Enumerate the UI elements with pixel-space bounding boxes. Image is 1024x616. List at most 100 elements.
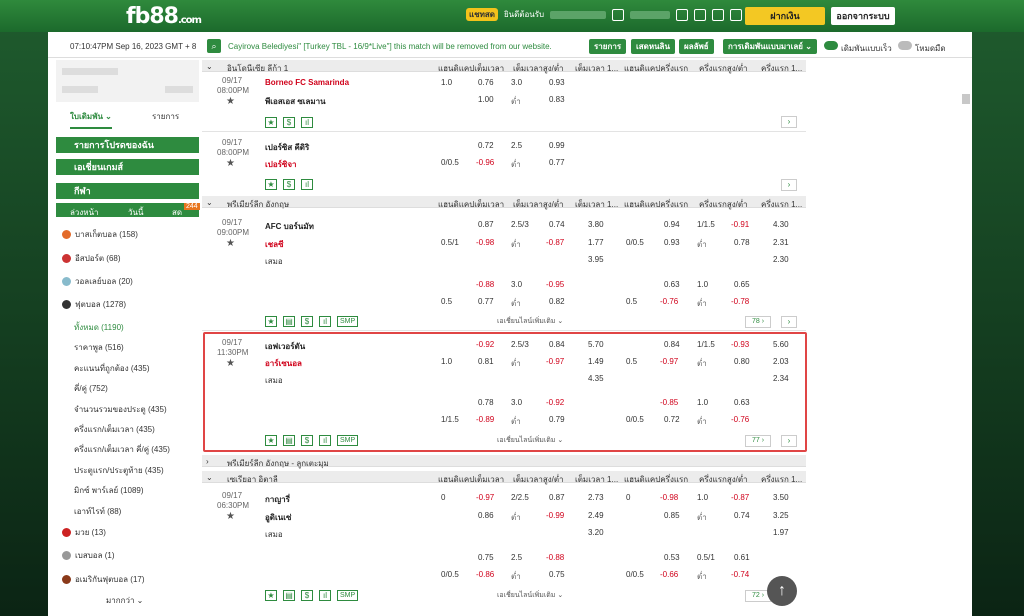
odds[interactable]: -0.95 bbox=[546, 280, 564, 289]
league-header[interactable]: ⌄ เซเรียอา อิตาลี แฮนดิแคปเต็มเวลา เต็มเ… bbox=[202, 471, 806, 484]
odds[interactable]: 3.25 bbox=[773, 511, 789, 520]
odds[interactable]: -0.78 bbox=[731, 297, 749, 306]
sport-baseball[interactable]: เบสบอล (1) bbox=[62, 549, 114, 562]
star-icon[interactable]: ★ bbox=[265, 117, 277, 128]
odds[interactable]: 0.5 bbox=[441, 297, 452, 306]
odds[interactable]: -0.98 bbox=[660, 493, 678, 502]
sport-volleyball[interactable]: วอลเลย์บอล (20) bbox=[62, 275, 133, 288]
dollar-icon[interactable]: $ bbox=[283, 117, 295, 128]
odds[interactable]: 0.86 bbox=[478, 511, 494, 520]
odds[interactable]: 0.77 bbox=[549, 158, 565, 167]
dollar-icon[interactable]: $ bbox=[283, 179, 295, 190]
asian-games-menu[interactable]: เอเชี่ยนเกมส์ bbox=[56, 159, 199, 175]
quick-bet-toggle[interactable] bbox=[824, 41, 838, 50]
odds[interactable]: 0.72 bbox=[478, 141, 494, 150]
odds[interactable]: 2.5/3 bbox=[511, 220, 529, 229]
deposit-button[interactable]: ฝากเงิน bbox=[745, 7, 825, 25]
odds[interactable]: 2.30 bbox=[773, 255, 789, 264]
star-icon[interactable]: ★ bbox=[265, 179, 277, 190]
odds[interactable]: 0/0.5 bbox=[626, 570, 644, 579]
scrollbar-thumb[interactable] bbox=[962, 94, 970, 104]
smp-button[interactable]: SMP bbox=[337, 590, 359, 601]
sport-football[interactable]: ฟุตบอล (1278) bbox=[62, 298, 126, 311]
odds[interactable]: 0.74 bbox=[549, 220, 565, 229]
stats-icon[interactable]: ıl bbox=[301, 117, 313, 128]
favorites-menu[interactable]: รายการโปรดของฉัน bbox=[56, 137, 199, 153]
market-count[interactable]: 78 › bbox=[745, 316, 771, 328]
odds[interactable]: 2/2.5 bbox=[511, 493, 529, 502]
odds[interactable]: 0.77 bbox=[478, 297, 494, 306]
odds[interactable]: 1.97 bbox=[773, 528, 789, 537]
odds[interactable]: 0.93 bbox=[664, 238, 680, 247]
back-to-top-icon[interactable]: ↑ bbox=[767, 576, 797, 606]
sport-icon[interactable] bbox=[676, 8, 689, 21]
odds[interactable]: 1.0 bbox=[441, 78, 452, 87]
stats-icon[interactable]: ıl bbox=[319, 590, 331, 601]
odds[interactable]: 0.76 bbox=[478, 78, 494, 87]
league-header[interactable]: ⌄ อินโดนีเซีย ลีก้า 1 แฮนดิแคปเต็มเวลา เ… bbox=[202, 60, 806, 73]
gift-icon[interactable] bbox=[694, 8, 707, 21]
user-icon[interactable] bbox=[712, 8, 725, 21]
odds[interactable]: 0/0.5 bbox=[626, 238, 644, 247]
odds[interactable]: 3.50 bbox=[773, 493, 789, 502]
more-lines-link[interactable]: เอเชี่ยนไลน์เพิ่มเติม ⌄ bbox=[497, 316, 563, 327]
odds[interactable]: 2.5 bbox=[511, 553, 522, 562]
odds[interactable]: 4.30 bbox=[773, 220, 789, 229]
odds[interactable]: 0 bbox=[441, 493, 445, 502]
football-pool[interactable]: ราคาพูล (516) bbox=[74, 341, 124, 354]
sport-basketball[interactable]: บาสเก็ตบอล (158) bbox=[62, 228, 138, 241]
odds[interactable]: 3.95 bbox=[588, 255, 604, 264]
next-arrow-icon[interactable]: › bbox=[781, 316, 797, 328]
odds[interactable]: 0/0.5 bbox=[441, 158, 459, 167]
odds[interactable]: 3.80 bbox=[588, 220, 604, 229]
sports-menu[interactable]: กีฬา bbox=[56, 183, 199, 199]
odds[interactable]: 0.93 bbox=[549, 78, 565, 87]
odds[interactable]: -0.87 bbox=[731, 493, 749, 502]
odds[interactable]: 1.00 bbox=[478, 95, 494, 104]
more-lines-link[interactable]: เอเชี่ยนไลน์เพิ่มเติม ⌄ bbox=[497, 590, 563, 601]
odds[interactable]: 0.94 bbox=[664, 220, 680, 229]
subtab-today[interactable]: วันนี้ bbox=[128, 206, 143, 219]
chat-button[interactable]: แชทสด bbox=[466, 8, 498, 21]
football-all[interactable]: ทั้งหมด (1190) bbox=[74, 321, 124, 334]
odds[interactable]: 2.73 bbox=[588, 493, 604, 502]
subtab-early[interactable]: ล่วงหน้า bbox=[70, 206, 99, 219]
next-arrow-icon[interactable]: › bbox=[781, 116, 797, 128]
odds[interactable]: -0.66 bbox=[660, 570, 678, 579]
logo[interactable]: fb88.com bbox=[126, 4, 202, 29]
odds[interactable]: 1.0 bbox=[697, 493, 708, 502]
odds[interactable]: -0.74 bbox=[731, 570, 749, 579]
live-button[interactable]: เสดหนลิน bbox=[631, 39, 675, 54]
odds[interactable]: 3.0 bbox=[511, 78, 522, 87]
football-odd-even[interactable]: คี่/คู่ (752) bbox=[74, 382, 108, 395]
odds[interactable]: 0.82 bbox=[549, 297, 565, 306]
odds[interactable]: -0.96 bbox=[476, 158, 494, 167]
logout-button[interactable]: ออกจากระบบ bbox=[831, 7, 895, 25]
sport-esports[interactable]: อีสปอร์ต (68) bbox=[62, 252, 121, 265]
odds[interactable]: 0.63 bbox=[664, 280, 680, 289]
odds[interactable]: 1.77 bbox=[588, 238, 604, 247]
odds[interactable]: 0/0.5 bbox=[441, 570, 459, 579]
league-header[interactable]: ⌄ พรีเมียร์ลีก อังกฤษ แฮนดิแคปเต็มเวลา เ… bbox=[202, 196, 806, 209]
odds[interactable]: -0.98 bbox=[476, 238, 494, 247]
favorite-star-icon[interactable]: ★ bbox=[226, 158, 235, 169]
search-icon[interactable]: ⌕ bbox=[207, 39, 221, 53]
odds[interactable]: 0.75 bbox=[478, 553, 494, 562]
league-header-collapsed[interactable]: › พรีเมียร์ลีก อังกฤษ - ลูกเตะมุม bbox=[202, 455, 806, 468]
stats-icon[interactable]: ıl bbox=[319, 316, 331, 327]
market-select[interactable]: การเดิมพันแบบมาเลย์ ⌄ bbox=[723, 39, 817, 54]
odds[interactable]: 0.75 bbox=[549, 570, 565, 579]
football-mix-parlay[interactable]: มิกซ์ พาร์เลย์ (1089) bbox=[74, 484, 144, 497]
odds[interactable]: -0.99 bbox=[546, 511, 564, 520]
odds[interactable]: 0.5 bbox=[626, 297, 637, 306]
odds[interactable]: -0.87 bbox=[546, 238, 564, 247]
tab-list[interactable]: รายการ bbox=[152, 110, 179, 123]
odds[interactable]: -0.97 bbox=[476, 493, 494, 502]
odds[interactable]: 0.83 bbox=[549, 95, 565, 104]
tv-icon[interactable]: ▤ bbox=[283, 590, 295, 601]
smp-button[interactable]: SMP bbox=[337, 316, 359, 327]
next-arrow-icon[interactable]: › bbox=[781, 179, 797, 191]
odds[interactable]: 0.5/1 bbox=[697, 553, 715, 562]
subtab-live[interactable]: สด bbox=[172, 206, 182, 219]
list-button[interactable]: รายการ bbox=[589, 39, 627, 54]
